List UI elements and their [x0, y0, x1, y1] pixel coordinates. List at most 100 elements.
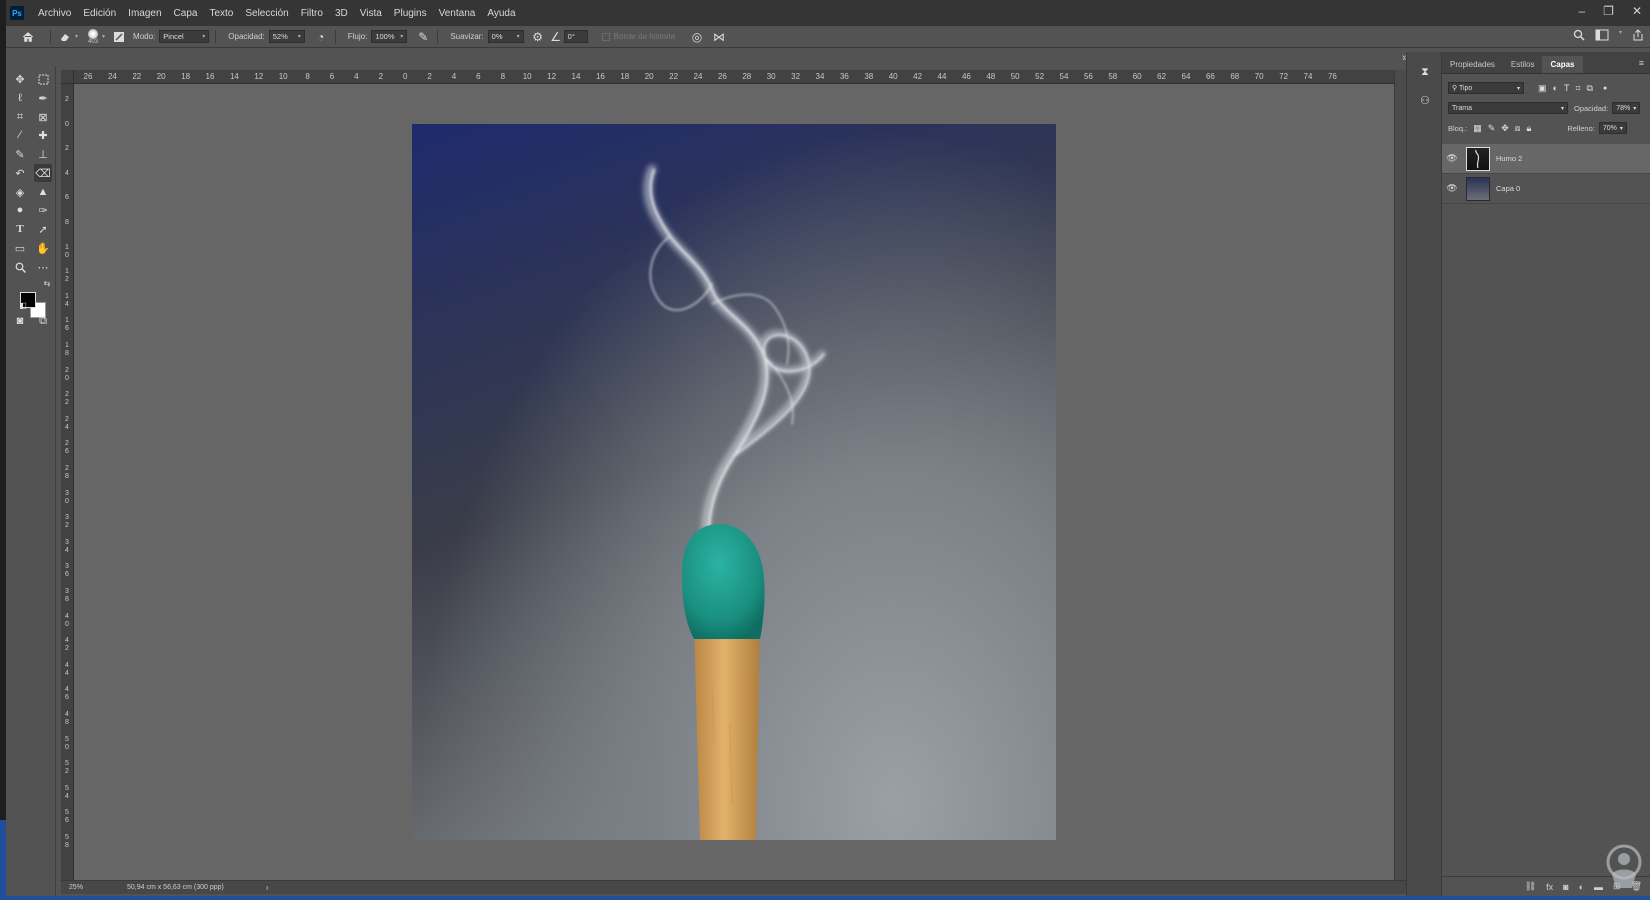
layer-opacity-input[interactable]: 78% ▾ [1612, 102, 1641, 114]
mode-select[interactable]: Pincel ▾ [159, 30, 210, 43]
menu-3d[interactable]: 3D [329, 8, 354, 19]
close-button[interactable]: ✕ [1632, 4, 1642, 18]
home-icon[interactable] [20, 29, 36, 45]
type-tool-icon[interactable]: T [11, 220, 29, 238]
workspace-icon[interactable] [1595, 29, 1609, 44]
menu-archivo[interactable]: Archivo [32, 8, 77, 19]
ruler-tick-label: 10 [522, 72, 532, 81]
lock-pixels-icon[interactable]: ✎ [1488, 123, 1496, 134]
layer-filter-select[interactable]: ⚲ Tipo ▾ [1448, 82, 1524, 94]
path-select-tool-icon[interactable]: ➚ [34, 220, 52, 238]
layer-row[interactable]: 👁︎ Humo 2 [1442, 144, 1650, 174]
eyedropper-tool-icon[interactable]: ⁄ [11, 126, 29, 144]
swap-colors-icon[interactable]: ⇆ [38, 274, 56, 292]
airbrush-icon[interactable]: ✎ [415, 29, 431, 45]
lock-transparency-icon[interactable]: ▦ [1473, 123, 1482, 134]
zoom-level[interactable]: 25% [61, 884, 97, 891]
menu-capa[interactable]: Capa [168, 8, 204, 19]
eraser-icon[interactable] [57, 29, 73, 45]
menu-edicion[interactable]: Edición [77, 8, 122, 19]
menu-imagen[interactable]: Imagen [122, 8, 167, 19]
marquee-tool-icon[interactable] [34, 70, 52, 88]
lock-artboard-icon[interactable]: ⧈ [1515, 123, 1521, 134]
screen-mode-icon[interactable]: ⧉ [34, 312, 52, 330]
history-brush-tool-icon[interactable]: ↶ [11, 164, 29, 182]
share-icon[interactable] [1632, 29, 1644, 44]
ruler-tick-label: 26 [83, 72, 93, 81]
document-image[interactable] [412, 124, 1056, 840]
crop-tool-icon[interactable]: ⌗ [11, 108, 29, 126]
tab-propiedades[interactable]: Propiedades [1442, 56, 1503, 73]
tab-estilos[interactable]: Estilos [1503, 56, 1543, 73]
filter-toggle-icon[interactable]: ● [1603, 85, 1607, 92]
tab-capas[interactable]: Capas [1542, 56, 1583, 73]
menu-vista[interactable]: Vista [354, 8, 388, 19]
lasso-tool-icon[interactable]: ℓ [11, 89, 29, 107]
adjustment-layer-icon[interactable]: ◐ [1579, 882, 1584, 892]
zoom-tool-icon[interactable] [11, 258, 29, 276]
flow-input[interactable]: 100% ▾ [371, 30, 408, 43]
filter-adjustment-icon[interactable]: ◐ [1553, 83, 1558, 93]
pressure-opacity-icon[interactable]: ◔ [313, 29, 329, 45]
quick-mask-icon[interactable]: ◙ [11, 312, 29, 330]
menu-ayuda[interactable]: Ayuda [481, 8, 521, 19]
minimize-button[interactable]: – [1578, 4, 1585, 18]
filter-pixel-icon[interactable]: ▣ [1538, 83, 1547, 94]
search-icon[interactable] [1573, 29, 1585, 44]
lock-all-icon[interactable]: 🔒︎ [1527, 123, 1532, 134]
hand-tool-icon[interactable]: ✋ [34, 239, 52, 257]
pressure-size-icon[interactable]: ◎ [689, 29, 705, 45]
smooth-input[interactable]: 0% ▾ [487, 30, 524, 43]
filter-smart-icon[interactable]: ⧉ [1587, 83, 1593, 94]
restore-button[interactable]: ❐ [1603, 4, 1614, 18]
brush-tool-icon[interactable]: ✎ [11, 145, 29, 163]
pen-tool-icon[interactable]: ✑ [34, 201, 52, 219]
fx-icon[interactable]: fx [1546, 882, 1553, 892]
panel-menu-icon[interactable]: ≡ [1639, 58, 1644, 68]
symmetry-icon[interactable]: ⋈ [711, 29, 727, 45]
dodge-tool-icon[interactable]: ● [11, 201, 29, 219]
menu-plugins[interactable]: Plugins [388, 8, 433, 19]
fill-input[interactable]: 70% ▾ [1598, 122, 1627, 134]
vertical-scrollbar[interactable] [1394, 70, 1406, 880]
healing-tool-icon[interactable]: ✚ [34, 126, 52, 144]
visibility-eye-icon[interactable]: 👁︎ [1442, 153, 1462, 164]
ruler-tick-label: 48 [986, 72, 996, 81]
vertical-ruler[interactable]: 2 0 2 4 6 8 1 0 1 2 1 4 1 6 1 8 2 0 2 2 2 4 2 6 2 8 3 0 3… [61, 84, 74, 880]
visibility-eye-icon[interactable]: 👁︎ [1442, 183, 1462, 194]
paint-bucket-tool-icon[interactable]: ◈ [11, 183, 29, 201]
filter-shape-icon[interactable]: ⌗ [1575, 83, 1580, 94]
history-panel-icon[interactable]: ⧗ [1417, 64, 1433, 80]
brush-settings-icon[interactable] [111, 29, 127, 45]
menu-filtro[interactable]: Filtro [295, 8, 329, 19]
horizontal-ruler[interactable]: 26 24 22 20 18 16 14 12 10 8 6 4 2 0 2 4 6 8 10 12 14 16 18 20 2… [74, 70, 1394, 84]
ruler-tick-label: 3 8 [65, 588, 69, 603]
blur-tool-icon[interactable]: ▲ [34, 183, 52, 201]
eraser-tool-icon[interactable]: ⌫ [34, 164, 52, 182]
blend-mode-select[interactable]: Trama ▾ [1448, 102, 1568, 114]
frame-tool-icon[interactable]: ⊠ [34, 108, 52, 126]
gear-icon[interactable]: ⚙ [530, 29, 546, 45]
rectangle-tool-icon[interactable]: ▭ [11, 239, 29, 257]
angle-input[interactable]: 0° [563, 30, 588, 43]
menu-ventana[interactable]: Ventana [433, 8, 482, 19]
quick-select-tool-icon[interactable]: ✒ [34, 89, 52, 107]
opacity-input[interactable]: 52% ▾ [268, 30, 305, 43]
filter-type-icon[interactable]: T [1564, 83, 1570, 93]
ruler-origin[interactable] [61, 70, 74, 84]
brush-preset-picker[interactable]: 403 [88, 28, 98, 45]
canvas-area[interactable] [74, 84, 1394, 880]
stamp-tool-icon[interactable]: ⊥ [34, 145, 52, 163]
history-checkbox[interactable] [601, 32, 610, 41]
link-layers-icon[interactable]: ⛓︎ [1525, 881, 1536, 892]
adjustments-panel-icon[interactable]: ⚇ [1417, 92, 1433, 108]
lock-position-icon[interactable]: ✥ [1501, 123, 1509, 134]
menu-texto[interactable]: Texto [203, 8, 239, 19]
ruler-tick-label: 2 [65, 145, 69, 153]
status-menu-arrow[interactable]: › [266, 883, 269, 892]
layer-row[interactable]: 👁︎ Capa 0 [1442, 174, 1650, 204]
add-mask-icon[interactable]: ◙ [1563, 882, 1568, 892]
ruler-tick-label: 20 [156, 72, 166, 81]
menu-seleccion[interactable]: Selección [239, 8, 294, 19]
move-tool-icon[interactable]: ✥ [11, 70, 29, 88]
